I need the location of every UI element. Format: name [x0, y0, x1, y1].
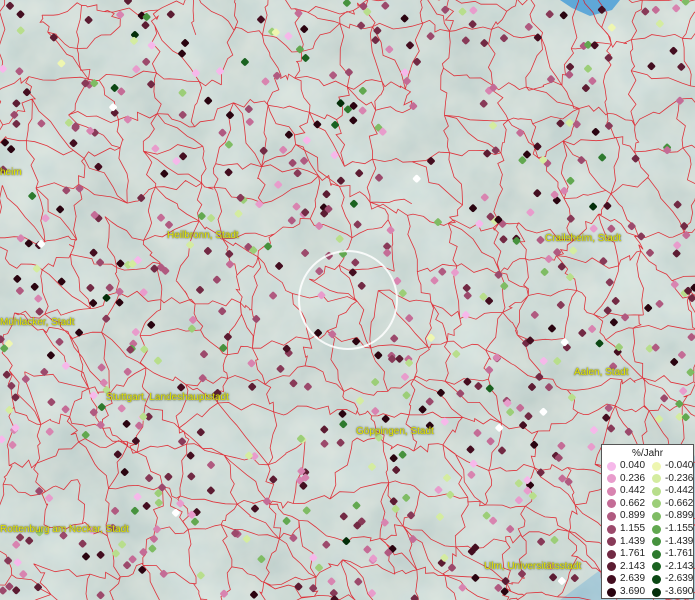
legend-entry: -1.761 [652, 548, 693, 560]
legend-entry: 1.155 [607, 523, 645, 535]
legend-swatch [652, 549, 661, 559]
legend-entry: 3.690 [607, 586, 645, 598]
legend-swatch [607, 574, 616, 584]
legend-entry: 0.236 [607, 473, 645, 485]
legend-swatch [652, 574, 661, 584]
legend-swatch [607, 524, 616, 534]
legend: %/Jahr 0.040 -0.040 0.236 -0.236 0.442 -0.442… [601, 444, 694, 599]
legend-value: 2.143 [620, 560, 646, 572]
legend-entry: 2.143 [607, 561, 645, 573]
legend-swatch [607, 587, 616, 597]
legend-swatch [652, 486, 661, 496]
legend-swatch [607, 499, 616, 509]
legend-entry: -3.690 [652, 586, 693, 598]
legend-swatch [607, 549, 616, 559]
legend-title: %/Jahr [631, 448, 664, 459]
legend-entry: -0.662 [652, 498, 693, 510]
legend-entry: -1.155 [652, 523, 693, 535]
legend-swatch [652, 537, 661, 547]
legend-value: -0.040 [665, 460, 694, 471]
legend-value: 2.639 [620, 573, 646, 585]
legend-value: -0.899 [665, 510, 694, 522]
legend-entry: -2.143 [652, 561, 693, 573]
legend-entry: -0.040 [652, 460, 693, 472]
legend-entry: -1.439 [652, 536, 693, 548]
legend-swatch [607, 562, 616, 572]
legend-value: 0.899 [620, 510, 646, 522]
legend-swatch [652, 587, 661, 597]
legend-entry: -0.442 [652, 485, 693, 497]
legend-swatch [652, 499, 661, 509]
legend-swatch [652, 562, 661, 572]
legend-entry: 0.662 [607, 498, 645, 510]
legend-entry: 1.439 [607, 536, 645, 548]
legend-value: -2.143 [665, 560, 694, 572]
legend-value: 0.236 [620, 472, 646, 484]
map-canvas[interactable] [0, 0, 695, 600]
legend-value: -1.439 [665, 535, 694, 547]
legend-swatch [607, 474, 616, 484]
legend-entry: -0.899 [652, 510, 693, 522]
legend-value: 1.155 [620, 523, 646, 534]
legend-value: 0.442 [620, 485, 646, 497]
legend-swatch [607, 486, 616, 496]
legend-value: -0.442 [665, 485, 694, 497]
legend-value: 1.761 [620, 548, 646, 560]
map-view[interactable]: heim Heilbronn, Stadt Crailsheim, Stadt … [0, 0, 695, 600]
legend-swatch [652, 474, 661, 484]
legend-swatch [652, 511, 661, 521]
legend-swatch [607, 511, 616, 521]
legend-swatch [652, 461, 661, 471]
legend-value: 1.439 [620, 535, 646, 547]
legend-swatch [652, 524, 661, 534]
legend-value: -0.236 [665, 472, 694, 484]
legend-value: 0.662 [620, 497, 646, 509]
legend-entry: -0.236 [652, 473, 693, 485]
legend-entry: 0.899 [607, 510, 645, 522]
legend-entry: 2.639 [607, 573, 645, 585]
legend-entry: -2.639 [652, 573, 693, 585]
legend-value: 3.690 [620, 586, 646, 597]
legend-entry: 1.761 [607, 548, 645, 560]
legend-swatch [607, 537, 616, 547]
legend-entry: 0.442 [607, 485, 645, 497]
legend-value: -3.690 [665, 586, 694, 597]
legend-swatch [607, 461, 616, 471]
legend-value: -1.761 [665, 548, 694, 560]
legend-value: 0.040 [620, 460, 646, 471]
legend-value: -1.155 [665, 523, 694, 534]
legend-entry: 0.040 [607, 460, 645, 472]
legend-value: -0.662 [665, 497, 694, 509]
legend-value: -2.639 [665, 573, 694, 585]
